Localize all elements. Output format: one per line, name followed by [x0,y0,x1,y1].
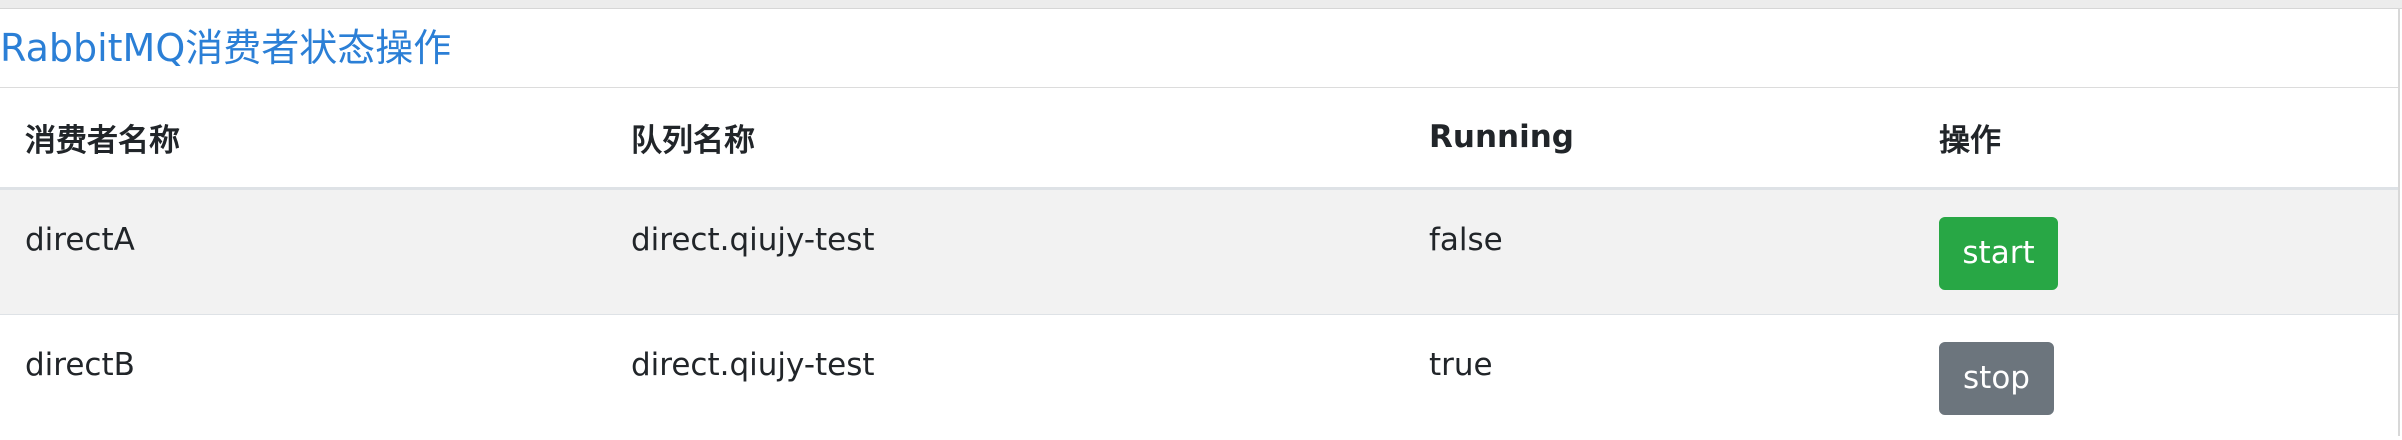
column-header-running: Running [1404,88,1914,190]
consumer-name-cell: directB [0,313,606,440]
panel-header: RabbitMQ消费者状态操作 [0,8,2398,88]
table-row-directB: directB direct.qiujy-test true stop [0,313,2398,440]
consumer-status-panel: RabbitMQ消费者状态操作 消费者名称 队列名称 Running 操作 di… [0,8,2400,440]
consumer-name-cell: directA [0,187,606,314]
table-header: 消费者名称 队列名称 Running 操作 [0,88,2398,190]
column-header-queue-name: 队列名称 [606,88,1404,190]
table-row-directA: directA direct.qiujy-test false start [0,187,2398,314]
action-cell: stop [1914,313,2398,440]
table-body: directA direct.qiujy-test false start di… [0,187,2398,440]
table-header-row: 消费者名称 队列名称 Running 操作 [0,88,2398,190]
running-status-cell: false [1404,187,1914,314]
queue-name-cell: direct.qiujy-test [606,313,1404,440]
queue-name-cell: direct.qiujy-test [606,187,1404,314]
running-status-cell: true [1404,313,1914,440]
consumer-table: 消费者名称 队列名称 Running 操作 directA direct.qiu… [0,88,2398,440]
start-button[interactable]: start [1939,216,2058,290]
column-header-consumer-name: 消费者名称 [0,88,606,190]
page-title: RabbitMQ消费者状态操作 [0,25,452,70]
action-cell: start [1914,187,2398,314]
stop-button[interactable]: stop [1939,341,2054,415]
column-header-action: 操作 [1914,88,2398,190]
